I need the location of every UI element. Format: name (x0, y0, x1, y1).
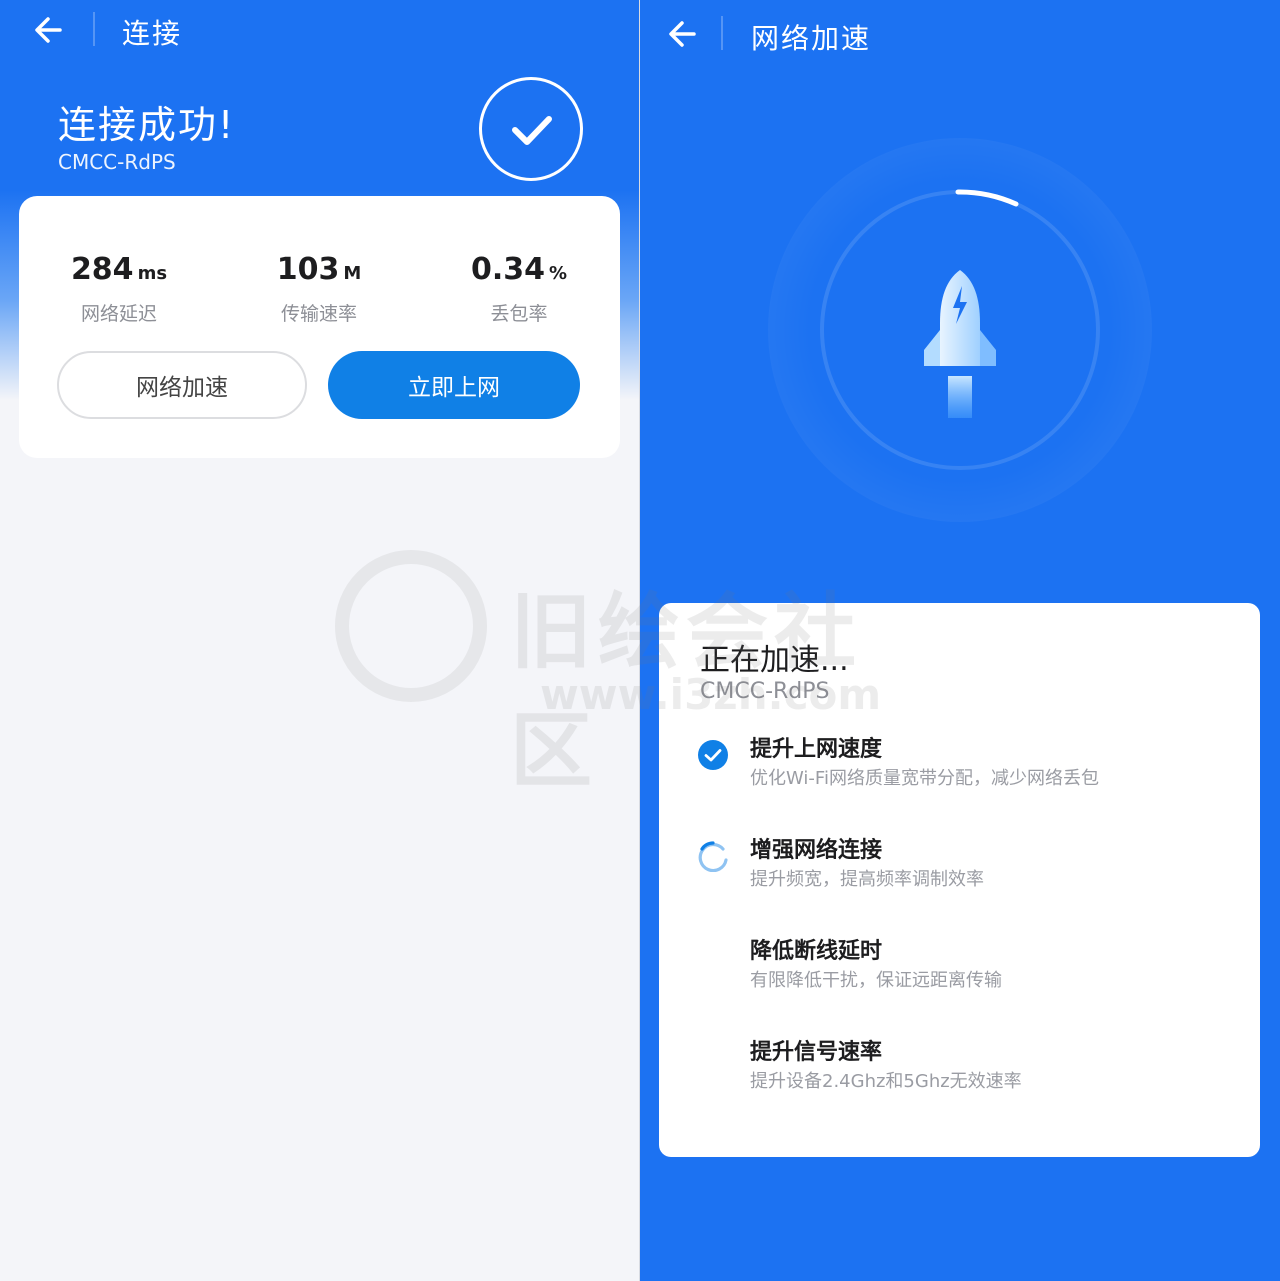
connection-status-title: 连接成功! (58, 103, 236, 147)
stat-latency: 284 ms 网络延迟 (29, 252, 209, 326)
stat-label: 网络延迟 (80, 303, 157, 325)
acceleration-status-title: 正在加速... (700, 643, 849, 678)
top-bar: 连接 (0, 0, 640, 60)
connect-screen: 连接 连接成功! CMCC-RdPS 284 ms 网络延迟 103 M 传输速率 … (0, 0, 640, 1281)
step-description: 提升频宽，提高频率调制效率 (750, 869, 984, 890)
rocket-icon (924, 270, 996, 418)
stat-packet-loss: 0.34% 丢包率 (429, 252, 609, 326)
accelerate-screen: 网络加速 正在加速... CMCC-RdPS 提升上网速度 优化Wi-Fi网络质… (640, 0, 1280, 1281)
back-arrow-icon[interactable] (660, 14, 704, 54)
header-divider (721, 16, 723, 50)
check-done-icon (698, 740, 728, 770)
stat-value: 284 (70, 252, 134, 287)
step-item: 提升上网速度 优化Wi-Fi网络质量宽带分配，减少网络丢包 (659, 731, 1260, 811)
loading-spinner-icon (698, 841, 728, 872)
network-ssid: CMCC-RdPS (700, 679, 830, 704)
stat-value: 0.34 (470, 252, 545, 287)
step-title: 提升上网速度 (750, 737, 883, 762)
step-title: 降低断线延时 (750, 939, 883, 964)
stat-value: 103 (276, 252, 340, 287)
back-arrow-icon[interactable] (30, 10, 74, 50)
stat-unit: % (548, 263, 568, 284)
step-description: 提升设备2.4Ghz和5Ghz无效速率 (750, 1071, 1022, 1092)
step-title: 提升信号速率 (750, 1040, 883, 1065)
network-stats-card: 284 ms 网络延迟 103 M 传输速率 0.34% 丢包率 网络加速 立即上网 (19, 196, 620, 458)
go-online-button[interactable]: 立即上网 (328, 351, 580, 419)
stat-label: 丢包率 (490, 303, 548, 325)
success-check-icon (479, 77, 583, 181)
network-ssid: CMCC-RdPS (58, 150, 176, 174)
page-title: 网络加速 (751, 22, 872, 55)
step-item: 增强网络连接 提升频宽，提高频率调制效率 (659, 832, 1260, 912)
acceleration-card: 正在加速... CMCC-RdPS 提升上网速度 优化Wi-Fi网络质量宽带分配… (659, 603, 1260, 1157)
header-divider (93, 12, 95, 46)
page-title: 连接 (122, 17, 183, 50)
stat-label: 传输速率 (280, 303, 357, 325)
network-accelerate-button[interactable]: 网络加速 (57, 351, 307, 419)
stat-transfer-rate: 103 M 传输速率 (229, 252, 409, 326)
step-description: 优化Wi-Fi网络质量宽带分配，减少网络丢包 (750, 768, 1099, 789)
step-title: 增强网络连接 (750, 838, 883, 863)
step-description: 有限降低干扰，保证远距离传输 (750, 970, 1002, 991)
step-item: 提升信号速率 提升设备2.4Ghz和5Ghz无效速率 (659, 1034, 1260, 1114)
stat-unit: ms (137, 263, 168, 284)
stat-unit: M (343, 263, 362, 284)
step-item: 降低断线延时 有限降低干扰，保证远距离传输 (659, 933, 1260, 1013)
